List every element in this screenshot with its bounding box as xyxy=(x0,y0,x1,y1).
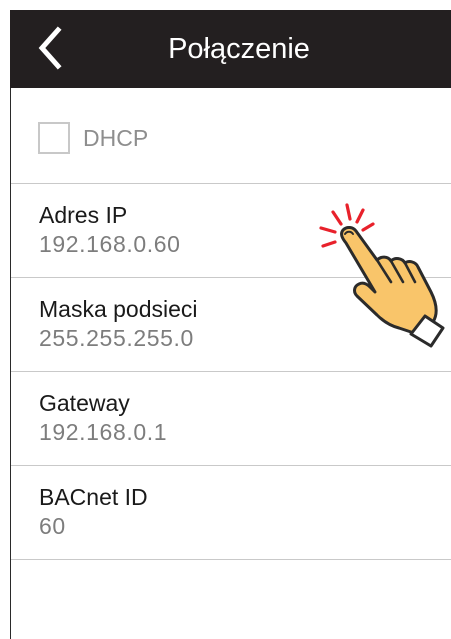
field-label: BACnet ID xyxy=(39,484,148,510)
field-row-gateway[interactable]: Gateway 192.168.0.1 xyxy=(11,372,451,466)
field-value: 60 xyxy=(39,513,66,539)
field-value: 192.168.0.60 xyxy=(39,231,181,257)
dhcp-checkbox[interactable] xyxy=(38,122,70,154)
field-label: Maska podsieci xyxy=(39,296,198,322)
tap-hand-icon xyxy=(319,203,445,348)
field-label: Adres IP xyxy=(39,202,128,228)
page-title: Połączenie xyxy=(168,33,310,65)
field-value: 192.168.0.1 xyxy=(39,419,168,445)
dhcp-label: DHCP xyxy=(83,125,149,151)
field-label: Gateway xyxy=(39,390,130,416)
field-row-bacnet-id[interactable]: BACnet ID 60 xyxy=(11,466,451,560)
header-bar: Połączenie xyxy=(9,10,451,88)
field-value: 255.255.255.0 xyxy=(39,325,194,351)
dhcp-row: DHCP xyxy=(11,88,451,184)
connection-screen: Połączenie DHCP Adres IP 192.168.0.60 Ma… xyxy=(9,10,451,639)
